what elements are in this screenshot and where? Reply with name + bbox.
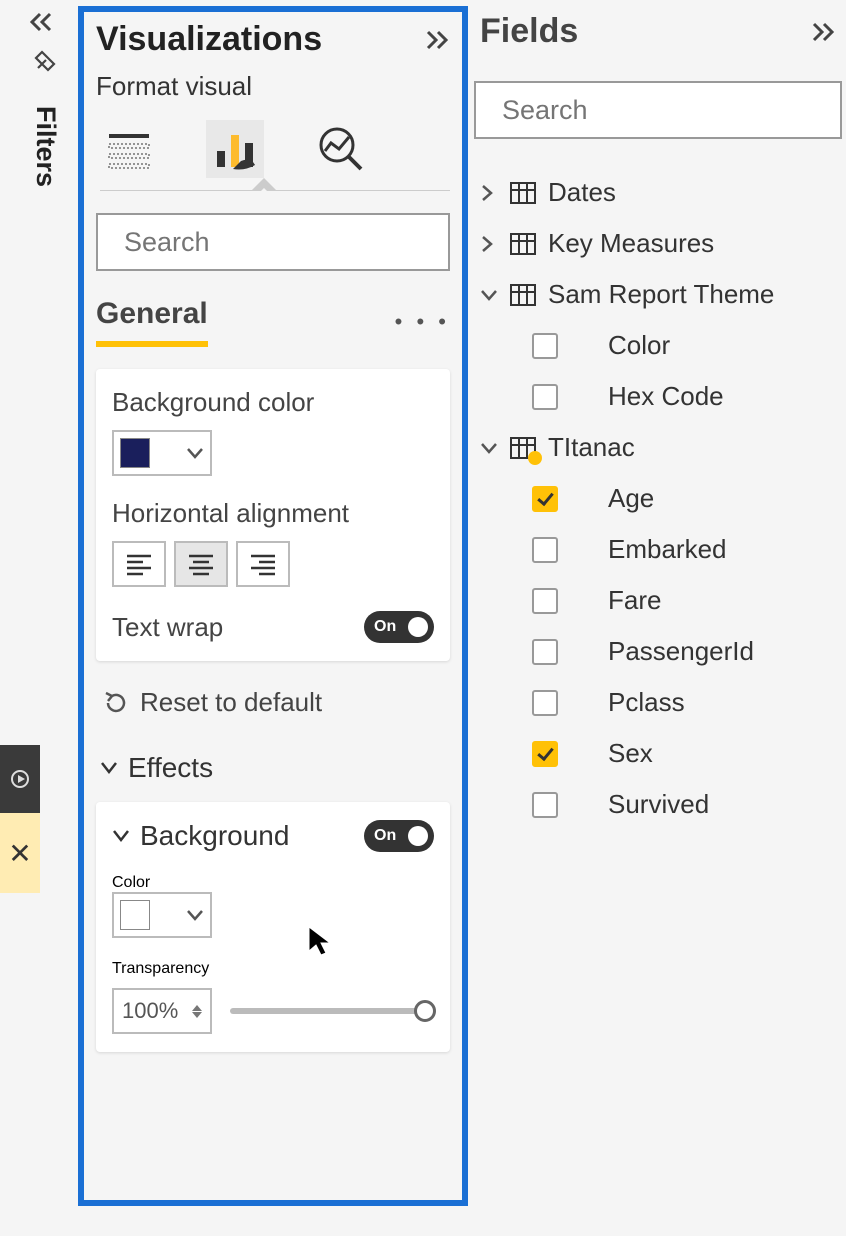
table-icon bbox=[510, 284, 536, 306]
effects-section-toggle[interactable]: Effects bbox=[100, 752, 450, 784]
fields-panel: Fields Dates Key Measures Sam Report The… bbox=[474, 6, 846, 830]
analytics-tab-icon[interactable] bbox=[312, 120, 370, 178]
table-sam-report-theme[interactable]: Sam Report Theme bbox=[474, 269, 846, 320]
field-fare[interactable]: Fare bbox=[474, 575, 846, 626]
checkbox[interactable] bbox=[532, 690, 558, 716]
checkbox[interactable] bbox=[532, 384, 558, 410]
table-icon bbox=[510, 437, 536, 459]
more-options-icon[interactable]: • • • bbox=[395, 309, 450, 335]
filters-label[interactable]: Filters bbox=[30, 106, 61, 187]
collapse-left-icon[interactable] bbox=[0, 8, 75, 32]
field-passengerid[interactable]: PassengerId bbox=[474, 626, 846, 677]
chevron-down-icon bbox=[100, 761, 118, 775]
effect-color-label: Color bbox=[112, 874, 434, 892]
effect-color-picker[interactable] bbox=[112, 892, 212, 938]
table-icon bbox=[510, 233, 536, 255]
viz-subtitle: Format visual bbox=[96, 71, 450, 102]
chevron-down-icon bbox=[112, 829, 130, 843]
field-survived[interactable]: Survived bbox=[474, 779, 846, 830]
textwrap-toggle[interactable]: On bbox=[364, 611, 434, 643]
expand-viz-icon[interactable] bbox=[426, 30, 450, 50]
viz-search-field[interactable] bbox=[124, 227, 478, 258]
field-embarked[interactable]: Embarked bbox=[474, 524, 846, 575]
align-right-button[interactable] bbox=[236, 541, 290, 587]
effects-card: Background On Color Transparency 100% bbox=[96, 802, 450, 1052]
transparency-label: Transparency bbox=[112, 960, 434, 978]
field-pclass[interactable]: Pclass bbox=[474, 677, 846, 728]
chevron-right-icon bbox=[480, 235, 498, 253]
field-hex-code[interactable]: Hex Code bbox=[474, 371, 846, 422]
expand-fields-icon[interactable] bbox=[812, 22, 836, 42]
checkbox[interactable] bbox=[532, 333, 558, 359]
general-tab[interactable]: General bbox=[96, 297, 208, 347]
table-icon bbox=[510, 182, 536, 204]
bgcolor-label: Background color bbox=[112, 387, 434, 418]
field-age[interactable]: Age bbox=[474, 473, 846, 524]
halign-label: Horizontal alignment bbox=[112, 498, 434, 529]
fields-search-field[interactable] bbox=[502, 95, 846, 126]
chevron-down-icon bbox=[186, 447, 204, 459]
reset-to-default-button[interactable]: Reset to default bbox=[104, 687, 450, 718]
field-sex[interactable]: Sex bbox=[474, 728, 846, 779]
transparency-up[interactable] bbox=[192, 1005, 202, 1011]
table-dates[interactable]: Dates bbox=[474, 167, 846, 218]
fields-tree: Dates Key Measures Sam Report Theme Colo… bbox=[474, 167, 846, 830]
transparency-slider[interactable] bbox=[230, 1008, 434, 1014]
field-color[interactable]: Color bbox=[474, 320, 846, 371]
align-left-button[interactable] bbox=[112, 541, 166, 587]
visualizations-panel: Visualizations Format visual General • •… bbox=[78, 6, 468, 1206]
viz-search-input[interactable] bbox=[96, 213, 450, 271]
close-tab[interactable]: ✕ bbox=[0, 813, 40, 893]
background-toggle[interactable]: On bbox=[364, 820, 434, 852]
table-titanac[interactable]: TItanac bbox=[474, 422, 846, 473]
format-tab-icon[interactable] bbox=[206, 120, 264, 178]
transparency-down[interactable] bbox=[192, 1012, 202, 1018]
fields-search-input[interactable] bbox=[474, 81, 842, 139]
viz-title: Visualizations bbox=[96, 20, 322, 59]
checkbox-checked[interactable] bbox=[532, 741, 558, 767]
chevron-down-icon bbox=[480, 288, 498, 302]
bgcolor-swatch bbox=[120, 438, 150, 468]
align-center-button[interactable] bbox=[174, 541, 228, 587]
checkbox[interactable] bbox=[532, 537, 558, 563]
chevron-down-icon bbox=[186, 909, 204, 921]
checkbox-checked[interactable] bbox=[532, 486, 558, 512]
table-key-measures[interactable]: Key Measures bbox=[474, 218, 846, 269]
title-formatting-card: Background color Horizontal alignment Te… bbox=[96, 369, 450, 661]
checkbox[interactable] bbox=[532, 792, 558, 818]
effect-color-swatch bbox=[120, 900, 150, 930]
reset-icon bbox=[104, 691, 128, 715]
fields-title: Fields bbox=[480, 12, 578, 51]
chevron-right-icon bbox=[480, 184, 498, 202]
checkbox[interactable] bbox=[532, 588, 558, 614]
checkbox[interactable] bbox=[532, 639, 558, 665]
chevron-down-icon bbox=[480, 441, 498, 455]
play-tab[interactable] bbox=[0, 745, 40, 813]
build-tab-icon[interactable] bbox=[100, 120, 158, 178]
bgcolor-picker[interactable] bbox=[112, 430, 212, 476]
transparency-input[interactable]: 100% bbox=[112, 988, 212, 1034]
textwrap-label: Text wrap bbox=[112, 612, 223, 643]
background-section-toggle[interactable]: Background bbox=[112, 820, 289, 852]
pin-icon bbox=[34, 50, 75, 76]
